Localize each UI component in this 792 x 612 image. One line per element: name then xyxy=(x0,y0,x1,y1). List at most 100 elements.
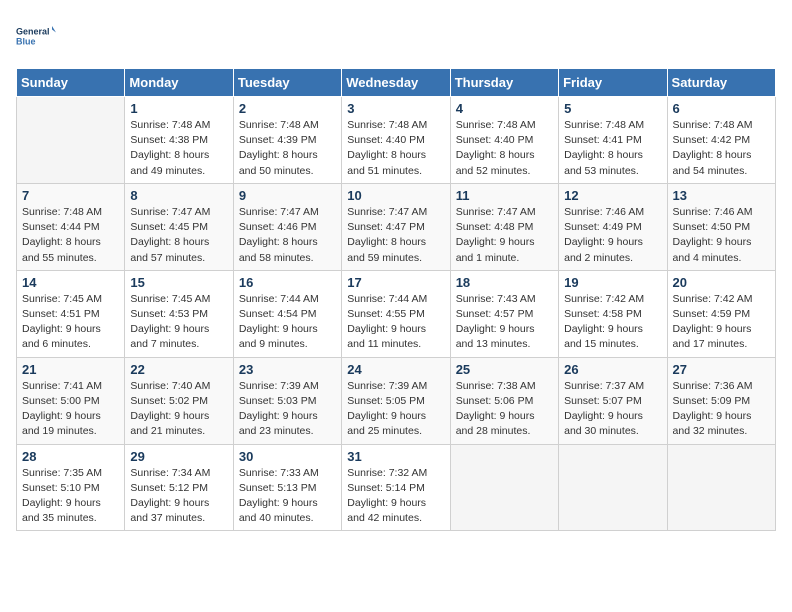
day-sun-info: Sunrise: 7:45 AMSunset: 4:51 PMDaylight:… xyxy=(22,292,119,353)
weekday-header-friday: Friday xyxy=(559,69,667,97)
calendar-week-row: 1Sunrise: 7:48 AMSunset: 4:38 PMDaylight… xyxy=(17,97,776,184)
calendar-day-cell: 22Sunrise: 7:40 AMSunset: 5:02 PMDayligh… xyxy=(125,357,233,444)
day-number: 9 xyxy=(239,188,336,203)
day-number: 21 xyxy=(22,362,119,377)
page-header: General Blue xyxy=(16,16,776,56)
calendar-day-cell xyxy=(450,444,558,531)
calendar-day-cell: 25Sunrise: 7:38 AMSunset: 5:06 PMDayligh… xyxy=(450,357,558,444)
calendar-table: SundayMondayTuesdayWednesdayThursdayFrid… xyxy=(16,68,776,531)
day-number: 15 xyxy=(130,275,227,290)
calendar-day-cell: 26 Sunrise: 7:37 AMSunset: 5:07 PMDayligh… xyxy=(559,357,667,444)
day-sun-info: Sunrise: 7:43 AMSunset: 4:57 PMDaylight:… xyxy=(456,292,553,353)
day-sun-info: Sunrise: 7:38 AMSunset: 5:06 PMDaylight:… xyxy=(456,379,553,440)
svg-text:Blue: Blue xyxy=(16,37,36,47)
calendar-day-cell: 6Sunrise: 7:48 AMSunset: 4:42 PMDaylight… xyxy=(667,97,775,184)
day-sun-info: Sunrise: 7:48 AMSunset: 4:44 PMDaylight:… xyxy=(22,205,119,266)
day-sun-info: Sunrise: 7:47 AMSunset: 4:48 PMDaylight:… xyxy=(456,205,553,266)
weekday-header-sunday: Sunday xyxy=(17,69,125,97)
calendar-day-cell: 13 Sunrise: 7:46 AMSunset: 4:50 PMDayligh… xyxy=(667,183,775,270)
calendar-day-cell xyxy=(17,97,125,184)
day-sun-info: Sunrise: 7:48 AMSunset: 4:40 PMDaylight:… xyxy=(456,118,553,179)
day-sun-info: Sunrise: 7:47 AMSunset: 4:46 PMDaylight:… xyxy=(239,205,336,266)
calendar-week-row: 7 Sunrise: 7:48 AMSunset: 4:44 PMDaylight… xyxy=(17,183,776,270)
day-number: 7 xyxy=(22,188,119,203)
day-sun-info: Sunrise: 7:32 AMSunset: 5:14 PMDaylight:… xyxy=(347,466,444,527)
day-sun-info: Sunrise: 7:41 AMSunset: 5:00 PMDaylight:… xyxy=(22,379,119,440)
day-sun-info: Sunrise: 7:37 AMSunset: 5:07 PMDaylight:… xyxy=(564,379,661,440)
calendar-day-cell: 29 Sunrise: 7:34 AMSunset: 5:12 PMDayligh… xyxy=(125,444,233,531)
day-number: 29 xyxy=(130,449,227,464)
calendar-day-cell: 11 Sunrise: 7:47 AMSunset: 4:48 PMDayligh… xyxy=(450,183,558,270)
calendar-day-cell: 24 Sunrise: 7:39 AMSunset: 5:05 PMDayligh… xyxy=(342,357,450,444)
day-sun-info: Sunrise: 7:40 AMSunset: 5:02 PMDaylight:… xyxy=(130,379,227,440)
calendar-day-cell: 23 Sunrise: 7:39 AMSunset: 5:03 PMDayligh… xyxy=(233,357,341,444)
day-number: 20 xyxy=(673,275,770,290)
calendar-day-cell: 27Sunrise: 7:36 AMSunset: 5:09 PMDayligh… xyxy=(667,357,775,444)
calendar-day-cell: 3 Sunrise: 7:48 AMSunset: 4:40 PMDaylight… xyxy=(342,97,450,184)
weekday-header-tuesday: Tuesday xyxy=(233,69,341,97)
day-sun-info: Sunrise: 7:39 AMSunset: 5:03 PMDaylight:… xyxy=(239,379,336,440)
day-sun-info: Sunrise: 7:35 AMSunset: 5:10 PMDaylight:… xyxy=(22,466,119,527)
calendar-week-row: 14Sunrise: 7:45 AMSunset: 4:51 PMDayligh… xyxy=(17,270,776,357)
day-number: 23 xyxy=(239,362,336,377)
weekday-header-wednesday: Wednesday xyxy=(342,69,450,97)
day-sun-info: Sunrise: 7:42 AMSunset: 4:59 PMDaylight:… xyxy=(673,292,770,353)
day-sun-info: Sunrise: 7:44 AMSunset: 4:55 PMDaylight:… xyxy=(347,292,444,353)
day-number: 10 xyxy=(347,188,444,203)
day-number: 30 xyxy=(239,449,336,464)
calendar-day-cell: 30 Sunrise: 7:33 AMSunset: 5:13 PMDayligh… xyxy=(233,444,341,531)
calendar-day-cell xyxy=(559,444,667,531)
calendar-day-cell: 16 Sunrise: 7:44 AMSunset: 4:54 PMDayligh… xyxy=(233,270,341,357)
day-number: 3 xyxy=(347,101,444,116)
weekday-header-monday: Monday xyxy=(125,69,233,97)
calendar-day-cell: 1Sunrise: 7:48 AMSunset: 4:38 PMDaylight… xyxy=(125,97,233,184)
calendar-day-cell: 18Sunrise: 7:43 AMSunset: 4:57 PMDayligh… xyxy=(450,270,558,357)
logo-container: General Blue xyxy=(16,16,56,56)
day-sun-info: Sunrise: 7:33 AMSunset: 5:13 PMDaylight:… xyxy=(239,466,336,527)
calendar-day-cell: 21 Sunrise: 7:41 AMSunset: 5:00 PMDayligh… xyxy=(17,357,125,444)
day-sun-info: Sunrise: 7:42 AMSunset: 4:58 PMDaylight:… xyxy=(564,292,661,353)
calendar-week-row: 28Sunrise: 7:35 AMSunset: 5:10 PMDayligh… xyxy=(17,444,776,531)
calendar-day-cell: 19 Sunrise: 7:42 AMSunset: 4:58 PMDayligh… xyxy=(559,270,667,357)
calendar-day-cell: 9 Sunrise: 7:47 AMSunset: 4:46 PMDaylight… xyxy=(233,183,341,270)
svg-text:General: General xyxy=(16,27,50,37)
calendar-day-cell: 7 Sunrise: 7:48 AMSunset: 4:44 PMDaylight… xyxy=(17,183,125,270)
day-number: 12 xyxy=(564,188,661,203)
calendar-day-cell: 8Sunrise: 7:47 AMSunset: 4:45 PMDaylight… xyxy=(125,183,233,270)
day-number: 26 xyxy=(564,362,661,377)
weekday-header-thursday: Thursday xyxy=(450,69,558,97)
day-sun-info: Sunrise: 7:39 AMSunset: 5:05 PMDaylight:… xyxy=(347,379,444,440)
day-number: 11 xyxy=(456,188,553,203)
calendar-week-row: 21 Sunrise: 7:41 AMSunset: 5:00 PMDayligh… xyxy=(17,357,776,444)
day-number: 16 xyxy=(239,275,336,290)
day-sun-info: Sunrise: 7:48 AMSunset: 4:40 PMDaylight:… xyxy=(347,118,444,179)
day-sun-info: Sunrise: 7:44 AMSunset: 4:54 PMDaylight:… xyxy=(239,292,336,353)
day-sun-info: Sunrise: 7:48 AMSunset: 4:39 PMDaylight:… xyxy=(239,118,336,179)
day-number: 1 xyxy=(130,101,227,116)
calendar-day-cell: 15 Sunrise: 7:45 AMSunset: 4:53 PMDayligh… xyxy=(125,270,233,357)
day-number: 24 xyxy=(347,362,444,377)
day-sun-info: Sunrise: 7:46 AMSunset: 4:49 PMDaylight:… xyxy=(564,205,661,266)
calendar-day-cell: 17 Sunrise: 7:44 AMSunset: 4:55 PMDayligh… xyxy=(342,270,450,357)
day-sun-info: Sunrise: 7:47 AMSunset: 4:45 PMDaylight:… xyxy=(130,205,227,266)
day-number: 31 xyxy=(347,449,444,464)
calendar-day-cell: 2Sunrise: 7:48 AMSunset: 4:39 PMDaylight… xyxy=(233,97,341,184)
calendar-day-cell: 31 Sunrise: 7:32 AMSunset: 5:14 PMDayligh… xyxy=(342,444,450,531)
logo-icon: General Blue xyxy=(16,16,56,56)
day-sun-info: Sunrise: 7:47 AMSunset: 4:47 PMDaylight:… xyxy=(347,205,444,266)
calendar-day-cell: 4Sunrise: 7:48 AMSunset: 4:40 PMDaylight… xyxy=(450,97,558,184)
day-number: 17 xyxy=(347,275,444,290)
calendar-day-cell xyxy=(667,444,775,531)
day-sun-info: Sunrise: 7:36 AMSunset: 5:09 PMDaylight:… xyxy=(673,379,770,440)
weekday-header-saturday: Saturday xyxy=(667,69,775,97)
day-sun-info: Sunrise: 7:46 AMSunset: 4:50 PMDaylight:… xyxy=(673,205,770,266)
calendar-day-cell: 28Sunrise: 7:35 AMSunset: 5:10 PMDayligh… xyxy=(17,444,125,531)
calendar-day-cell: 12 Sunrise: 7:46 AMSunset: 4:49 PMDayligh… xyxy=(559,183,667,270)
weekday-header-row: SundayMondayTuesdayWednesdayThursdayFrid… xyxy=(17,69,776,97)
day-sun-info: Sunrise: 7:45 AMSunset: 4:53 PMDaylight:… xyxy=(130,292,227,353)
calendar-day-cell: 20 Sunrise: 7:42 AMSunset: 4:59 PMDayligh… xyxy=(667,270,775,357)
day-number: 13 xyxy=(673,188,770,203)
day-sun-info: Sunrise: 7:48 AMSunset: 4:41 PMDaylight:… xyxy=(564,118,661,179)
day-number: 19 xyxy=(564,275,661,290)
day-sun-info: Sunrise: 7:34 AMSunset: 5:12 PMDaylight:… xyxy=(130,466,227,527)
